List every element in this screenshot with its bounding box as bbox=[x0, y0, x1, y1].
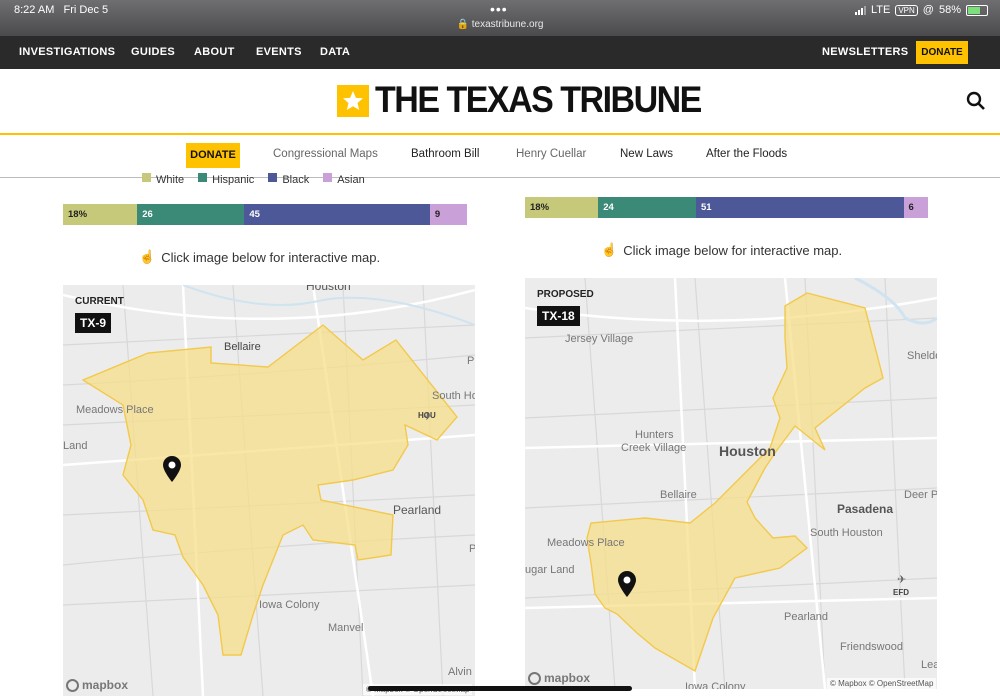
nav-events[interactable]: EVENTS bbox=[256, 46, 302, 58]
hand-pointer-icon: ☝ bbox=[601, 242, 618, 257]
demographics-bar-proposed: 18% 24 51 6 bbox=[525, 197, 928, 218]
bar-segment-white: 18% bbox=[525, 197, 599, 218]
home-indicator[interactable] bbox=[368, 686, 632, 691]
nav-guides[interactable]: GUIDES bbox=[131, 46, 175, 58]
place-label: Pearland bbox=[393, 503, 442, 517]
star-logo-icon bbox=[337, 84, 369, 117]
place-label: Bellaire bbox=[224, 341, 261, 353]
place-label: South Houston bbox=[810, 527, 883, 539]
map-current-tx9[interactable]: CURRENT TX-9 Houston Bellaire Meadows Pl… bbox=[63, 285, 475, 696]
subnav-bathroom-bill[interactable]: Bathroom Bill bbox=[411, 148, 479, 160]
race-legend: White Hispanic Black Asian bbox=[142, 173, 365, 185]
site-logo[interactable]: THE TEXAS TRIBUNE bbox=[337, 79, 702, 121]
section-navigation: DONATE Congressional Maps Bathroom Bill … bbox=[0, 135, 1000, 178]
place-label: ugar Land bbox=[525, 564, 575, 576]
bar-segment-black: 45 bbox=[244, 204, 430, 225]
bar-segment-asian: 9 bbox=[429, 204, 467, 225]
place-label: Alvin bbox=[448, 666, 472, 678]
place-label: P bbox=[469, 543, 475, 555]
wifi-icon: @ bbox=[922, 4, 934, 16]
place-label: Houston bbox=[719, 443, 776, 459]
hint-text: Click image below for interactive map. bbox=[623, 242, 843, 258]
map-proposed-tx18[interactable]: PROPOSED TX-18 Jersey Village Hunters Cr… bbox=[525, 278, 937, 689]
interactive-map-hint-proposed[interactable]: ☝ Click image below for interactive map. bbox=[601, 242, 842, 258]
place-label: Pasadena bbox=[837, 502, 894, 516]
subnav-new-laws[interactable]: New Laws bbox=[620, 148, 673, 160]
subnav-donate-button[interactable]: DONATE bbox=[186, 143, 240, 168]
search-icon[interactable] bbox=[966, 91, 986, 116]
bar-segment-white: 18% bbox=[63, 204, 138, 225]
place-label: Pearland bbox=[784, 611, 829, 623]
subnav-after-the-floods[interactable]: After the Floods bbox=[706, 148, 787, 160]
donate-button[interactable]: DONATE bbox=[916, 41, 968, 64]
legend-hispanic: Hispanic bbox=[198, 173, 254, 185]
bar-segment-black: 51 bbox=[695, 197, 904, 218]
place-label: Creek Village bbox=[621, 442, 687, 454]
signal-icon bbox=[854, 5, 866, 15]
place-label: Iowa Colony bbox=[685, 681, 746, 689]
battery-icon bbox=[966, 4, 988, 16]
map-attribution[interactable]: © Mapbox © OpenStreetMap bbox=[827, 678, 937, 689]
subnav-congressional-maps[interactable]: Congressional Maps bbox=[273, 148, 378, 160]
legend-white: White bbox=[142, 173, 184, 185]
airport-efd-label: EFD bbox=[893, 588, 909, 597]
district-badge: TX-9 bbox=[75, 313, 112, 333]
demographics-bar-current: 18% 26 45 9 bbox=[63, 204, 467, 225]
interactive-map-hint-current[interactable]: ☝ Click image below for interactive map. bbox=[139, 249, 380, 265]
status-time: 8:22 AM Fri Dec 5 bbox=[14, 4, 109, 16]
district-badge: TX-18 bbox=[537, 306, 580, 326]
place-label: Shelde bbox=[907, 350, 937, 362]
place-label: Manvel bbox=[328, 622, 364, 634]
airport-icon: ✈ bbox=[423, 411, 433, 423]
place-label: Meadows Place bbox=[76, 404, 154, 416]
place-label: Lea bbox=[921, 659, 937, 671]
nav-about[interactable]: ABOUT bbox=[194, 46, 235, 58]
vpn-icon: VPN bbox=[895, 4, 918, 16]
nav-investigations[interactable]: INVESTIGATIONS bbox=[19, 46, 115, 58]
place-label: South Ho bbox=[432, 390, 475, 402]
more-dots-icon[interactable]: ••• bbox=[490, 1, 508, 17]
address-bar[interactable]: 🔒 texastribune.org bbox=[0, 19, 1000, 30]
map-status-label: PROPOSED bbox=[537, 289, 594, 300]
place-label: Meadows Place bbox=[547, 537, 625, 549]
legend-black: Black bbox=[268, 173, 309, 185]
mapbox-logo: mapbox bbox=[66, 678, 128, 692]
mapbox-logo: mapbox bbox=[528, 671, 590, 685]
place-label: Friendswood bbox=[840, 641, 903, 653]
place-label: Jersey Village bbox=[565, 333, 634, 345]
place-label: Hunters bbox=[635, 429, 674, 441]
place-label: Deer P bbox=[904, 489, 937, 501]
nav-newsletters[interactable]: NEWSLETTERS bbox=[822, 46, 908, 58]
url-text: texastribune.org bbox=[471, 19, 544, 30]
bar-segment-asian: 6 bbox=[903, 197, 928, 218]
subnav-henry-cuellar[interactable]: Henry Cuellar bbox=[516, 148, 586, 160]
bar-segment-hispanic: 24 bbox=[598, 197, 696, 218]
nav-data[interactable]: DATA bbox=[320, 46, 350, 58]
hint-text: Click image below for interactive map. bbox=[161, 249, 381, 265]
site-title: THE TEXAS TRIBUNE bbox=[375, 79, 702, 121]
legend-asian: Asian bbox=[323, 173, 365, 185]
place-label: Iowa Colony bbox=[259, 599, 320, 611]
place-label: Bellaire bbox=[660, 489, 697, 501]
network-label: LTE bbox=[870, 4, 891, 16]
map-background bbox=[63, 285, 475, 696]
bar-segment-hispanic: 26 bbox=[137, 204, 245, 225]
place-label: Land bbox=[63, 440, 88, 452]
map-status-label: CURRENT bbox=[75, 296, 124, 307]
place-label: Houston bbox=[306, 285, 351, 293]
place-label: P bbox=[467, 355, 475, 367]
top-navigation: INVESTIGATIONS GUIDES ABOUT EVENTS DATA … bbox=[0, 36, 1000, 69]
battery-percent: 58% bbox=[938, 4, 961, 16]
airport-icon: ✈ bbox=[897, 574, 907, 586]
status-right: LTE VPN @ 58% bbox=[854, 4, 988, 16]
hand-pointer-icon: ☝ bbox=[139, 249, 156, 264]
ios-status-bar: 8:22 AM Fri Dec 5 ••• 🔒 texastribune.org… bbox=[0, 0, 1000, 36]
masthead: THE TEXAS TRIBUNE bbox=[0, 69, 1000, 135]
